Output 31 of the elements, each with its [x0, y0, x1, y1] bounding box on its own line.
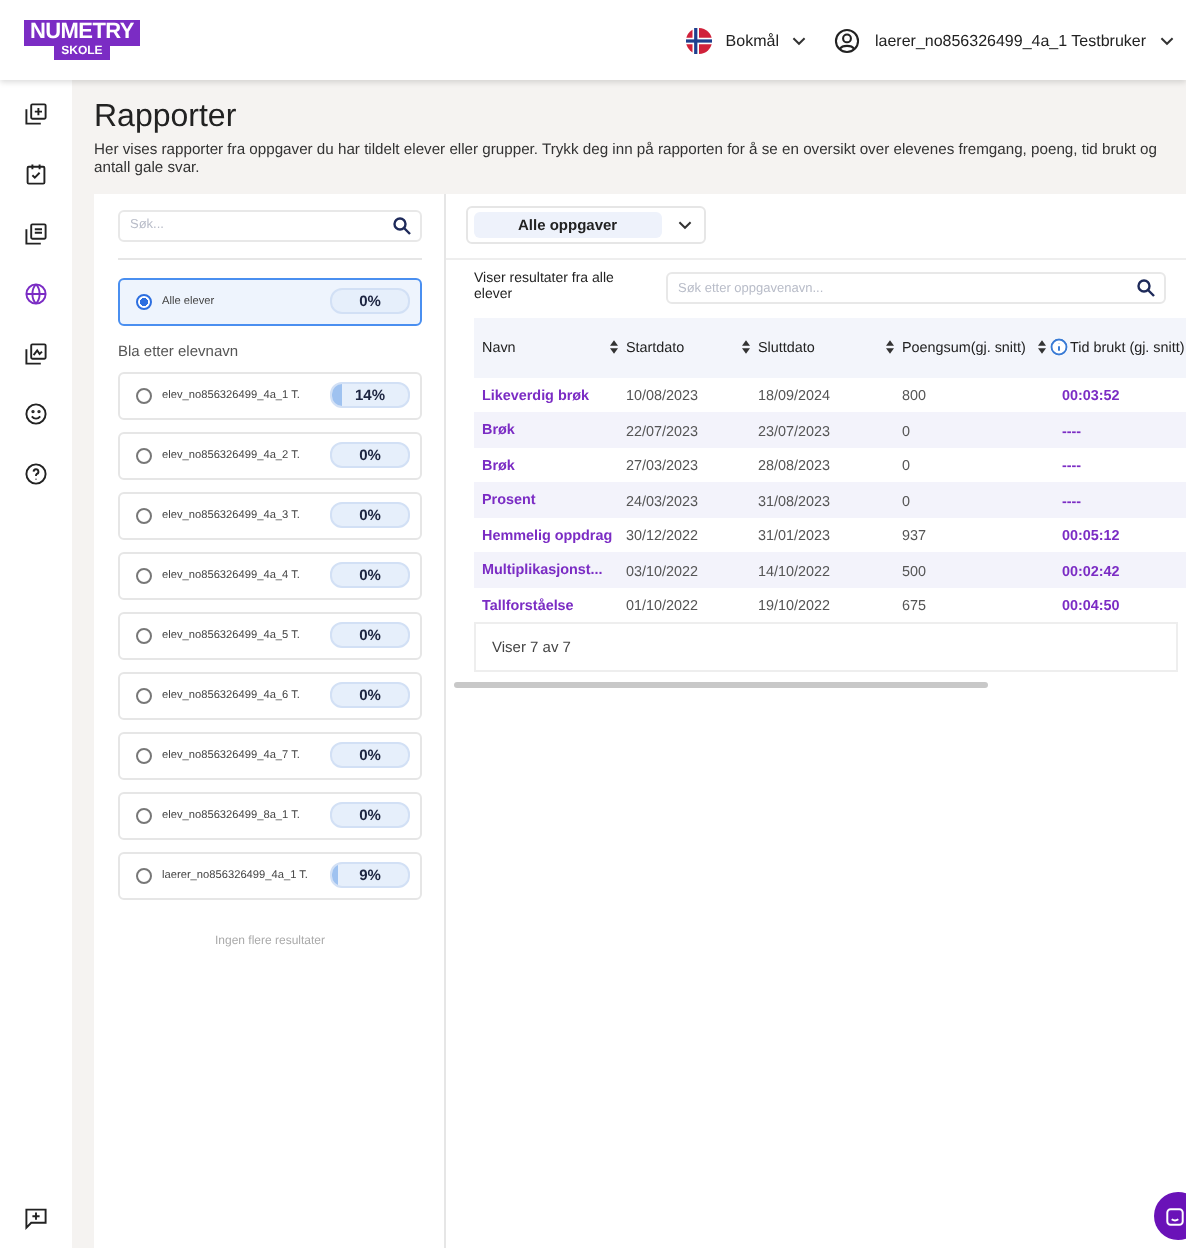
language-selector[interactable]: Bokmål	[685, 27, 807, 53]
radio-button[interactable]	[136, 867, 152, 884]
info-icon	[1050, 338, 1068, 357]
radio-button[interactable]	[136, 507, 152, 524]
help-icon	[24, 462, 48, 486]
chevron-icon	[1160, 35, 1174, 45]
search-icon	[1136, 278, 1156, 299]
radio-button[interactable]	[136, 627, 152, 644]
chevron-icon	[792, 35, 807, 45]
flag-icon	[685, 27, 712, 53]
globe-icon	[24, 282, 48, 306]
chat-icon	[1164, 1205, 1186, 1227]
radio-button[interactable]	[136, 447, 152, 464]
radio-button[interactable]	[136, 387, 152, 404]
calendar-check-icon	[24, 162, 48, 186]
scrollbar[interactable]	[454, 682, 988, 689]
radio-button[interactable]	[136, 293, 152, 310]
page-title: Rapporter	[94, 100, 239, 136]
radio-button[interactable]	[136, 687, 152, 704]
smiley-icon	[24, 402, 48, 426]
document-list-icon	[24, 222, 48, 246]
sort-icon	[1038, 340, 1046, 355]
radio-button[interactable]	[136, 747, 152, 764]
user-menu[interactable]: laerer_no856326499_4a_1 Testbruker	[834, 27, 1174, 53]
radio-button[interactable]	[136, 567, 152, 584]
chevron-icon	[677, 219, 692, 230]
user-icon	[834, 27, 861, 53]
search-icon	[392, 215, 412, 236]
chart-icon	[24, 342, 48, 366]
radio-button[interactable]	[136, 807, 152, 824]
add-page-icon	[24, 102, 48, 126]
